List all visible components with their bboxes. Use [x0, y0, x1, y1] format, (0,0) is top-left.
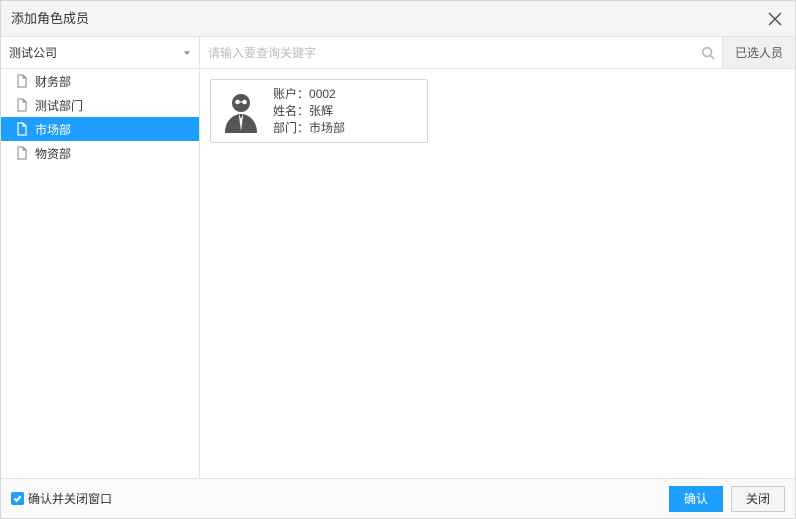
- tree-item-label: 财务部: [35, 73, 71, 90]
- user-account-row: 账户：0002: [273, 86, 345, 102]
- dialog: 添加角色成员 测试公司 已选人员 财务部: [0, 0, 796, 519]
- file-icon: [15, 122, 29, 136]
- ok-button[interactable]: 确认: [669, 486, 723, 512]
- search-icon[interactable]: [700, 45, 716, 61]
- close-icon[interactable]: [765, 9, 785, 29]
- file-icon: [15, 146, 29, 160]
- org-tree: 财务部 测试部门 市场部 物资部: [1, 69, 200, 478]
- avatar-icon: [219, 89, 263, 133]
- file-icon: [15, 74, 29, 88]
- search-field-wrapper: [200, 37, 723, 68]
- selected-members-button[interactable]: 已选人员: [723, 37, 795, 68]
- dialog-body: 财务部 测试部门 市场部 物资部: [1, 69, 795, 478]
- checkbox-label: 确认并关闭窗口: [28, 490, 112, 507]
- user-info: 账户：0002 姓名：张辉 部门：市场部: [273, 86, 345, 136]
- tree-item-market[interactable]: 市场部: [1, 117, 199, 141]
- main-panel: 账户：0002 姓名：张辉 部门：市场部: [200, 69, 795, 478]
- title-bar: 添加角色成员: [1, 1, 795, 37]
- tree-item-supplies[interactable]: 物资部: [1, 141, 199, 165]
- tree-item-finance[interactable]: 财务部: [1, 69, 199, 93]
- close-after-confirm-checkbox[interactable]: 确认并关闭窗口: [11, 490, 112, 507]
- user-name-row: 姓名：张辉: [273, 103, 345, 119]
- tree-item-label: 测试部门: [35, 97, 83, 114]
- checkbox-icon: [11, 492, 24, 505]
- org-select-value: 测试公司: [9, 44, 57, 61]
- tree-item-label: 市场部: [35, 121, 71, 138]
- tree-item-label: 物资部: [35, 145, 71, 162]
- chevron-down-icon: [183, 46, 191, 60]
- footer-buttons: 确认 关闭: [669, 486, 785, 512]
- org-select[interactable]: 测试公司: [1, 37, 200, 68]
- cancel-button[interactable]: 关闭: [731, 486, 785, 512]
- user-card[interactable]: 账户：0002 姓名：张辉 部门：市场部: [210, 79, 428, 143]
- dialog-title: 添加角色成员: [11, 1, 89, 37]
- tree-item-test[interactable]: 测试部门: [1, 93, 199, 117]
- toolbar: 测试公司 已选人员: [1, 37, 795, 69]
- user-dept-row: 部门：市场部: [273, 120, 345, 136]
- file-icon: [15, 98, 29, 112]
- dialog-footer: 确认并关闭窗口 确认 关闭: [1, 478, 795, 518]
- search-input[interactable]: [200, 37, 722, 68]
